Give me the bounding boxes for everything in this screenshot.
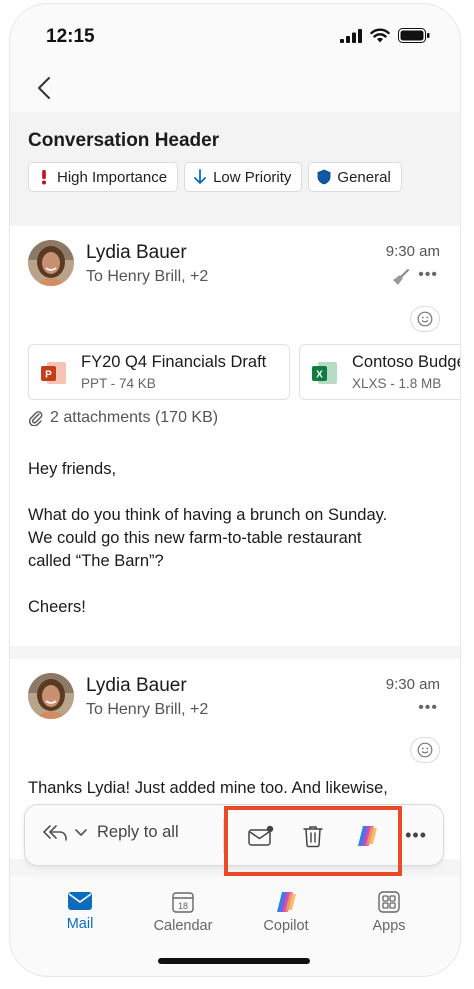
powerpoint-icon: P: [41, 362, 66, 384]
chevron-down-icon: [75, 828, 87, 836]
message-body-greeting: Hey friends,: [28, 460, 117, 478]
message-body-line: What do you think of having a brunch on …: [28, 506, 388, 524]
tab-bar: Mail 18 Calendar Copilot Apps: [10, 876, 460, 976]
tag-general[interactable]: General: [308, 162, 402, 192]
reply-all-button[interactable]: Reply to all: [43, 823, 179, 842]
recipients[interactable]: To Henry Brill, +2: [86, 268, 208, 286]
copilot-icon: [277, 892, 296, 912]
more-actions-button[interactable]: •••: [405, 825, 427, 846]
attachment-summary-text: 2 attachments (170 KB): [50, 409, 219, 426]
broom-icon[interactable]: [392, 268, 410, 286]
tab-apps[interactable]: Apps: [349, 890, 429, 934]
sender-name: Lydia Bauer: [86, 675, 187, 696]
battery-icon: [398, 28, 430, 43]
tab-label: Calendar: [153, 918, 213, 934]
avatar[interactable]: [28, 673, 74, 719]
attachment-card[interactable]: P FY20 Q4 Financials Draft PPT - 74 KB: [28, 344, 290, 400]
attachment-summary[interactable]: 2 attachments (170 KB): [28, 409, 218, 427]
home-indicator[interactable]: [158, 958, 310, 964]
wifi-icon: [370, 28, 390, 43]
tag-label: General: [337, 168, 391, 186]
svg-text:P: P: [45, 370, 52, 381]
status-icons: [340, 28, 430, 43]
nav-bar: [10, 62, 460, 112]
back-button[interactable]: [26, 70, 62, 106]
tab-label: Copilot: [263, 918, 309, 934]
apps-icon: [378, 891, 400, 913]
exclamation-icon: [37, 169, 51, 185]
status-bar: 12:15: [10, 4, 460, 62]
tag-high-importance[interactable]: High Importance: [28, 162, 179, 192]
calendar-date: 18: [178, 901, 188, 911]
attachment-name: Contoso Budget: [352, 353, 460, 371]
tag-low-priority[interactable]: Low Priority: [184, 162, 303, 192]
add-reaction-button[interactable]: [410, 737, 440, 763]
cellular-signal-icon: [340, 28, 362, 43]
attachment-meta: PPT - 74 KB: [81, 376, 156, 391]
message-card: Lydia Bauer To Henry Brill, +2 9:30 am •…: [10, 226, 460, 646]
tag-label: High Importance: [57, 168, 168, 186]
avatar[interactable]: [28, 240, 74, 286]
tab-copilot[interactable]: Copilot: [246, 890, 326, 934]
message-more-button[interactable]: •••: [418, 699, 438, 717]
conversation-title: Conversation Header: [28, 130, 220, 151]
message-body-signoff: Cheers!: [28, 598, 86, 616]
add-reaction-button[interactable]: [410, 306, 440, 332]
tab-label: Apps: [372, 918, 406, 934]
message-more-button[interactable]: •••: [418, 266, 438, 284]
phone-screen: 12:15 Conversation Header High Importanc…: [10, 4, 460, 976]
svg-text:X: X: [316, 370, 323, 381]
status-time: 12:15: [46, 26, 95, 47]
recipients[interactable]: To Henry Brill, +2: [86, 701, 208, 719]
paperclip-icon: [28, 411, 43, 426]
tab-mail[interactable]: Mail: [40, 890, 120, 932]
chevron-left-icon: [38, 77, 50, 99]
message-time: 9:30 am: [385, 676, 440, 693]
shield-icon: [317, 169, 331, 185]
calendar-icon: 18: [172, 892, 194, 913]
tab-calendar[interactable]: 18 Calendar: [143, 890, 223, 934]
message-time: 9:30 am: [385, 243, 440, 260]
conversation-header: Conversation Header High Importance Low …: [10, 114, 460, 224]
arrow-down-icon: [193, 169, 207, 185]
attachment-name: FY20 Q4 Financials Draft: [81, 353, 267, 371]
smiley-icon: [417, 742, 433, 758]
highlight-box: [224, 806, 402, 876]
tag-label: Low Priority: [213, 168, 292, 186]
reply-all-icon: [43, 824, 67, 841]
smiley-icon: [417, 311, 433, 327]
attachment-meta: XLXS - 1.8 MB: [352, 376, 442, 391]
message-body-line: called “The Barn”?: [28, 552, 164, 570]
tab-label: Mail: [66, 916, 94, 932]
mail-icon: [68, 892, 92, 910]
message-body-line: Thanks Lydia! Just added mine too. And l…: [28, 779, 388, 797]
sender-name: Lydia Bauer: [86, 242, 187, 263]
message-body-line: We could go this new farm-to-table resta…: [28, 529, 362, 547]
excel-icon: X: [312, 362, 337, 384]
reply-all-label: Reply to all: [97, 823, 179, 841]
conversation-tags: High Importance Low Priority General: [28, 162, 402, 192]
attachment-card[interactable]: X Contoso Budget XLXS - 1.8 MB: [299, 344, 460, 400]
